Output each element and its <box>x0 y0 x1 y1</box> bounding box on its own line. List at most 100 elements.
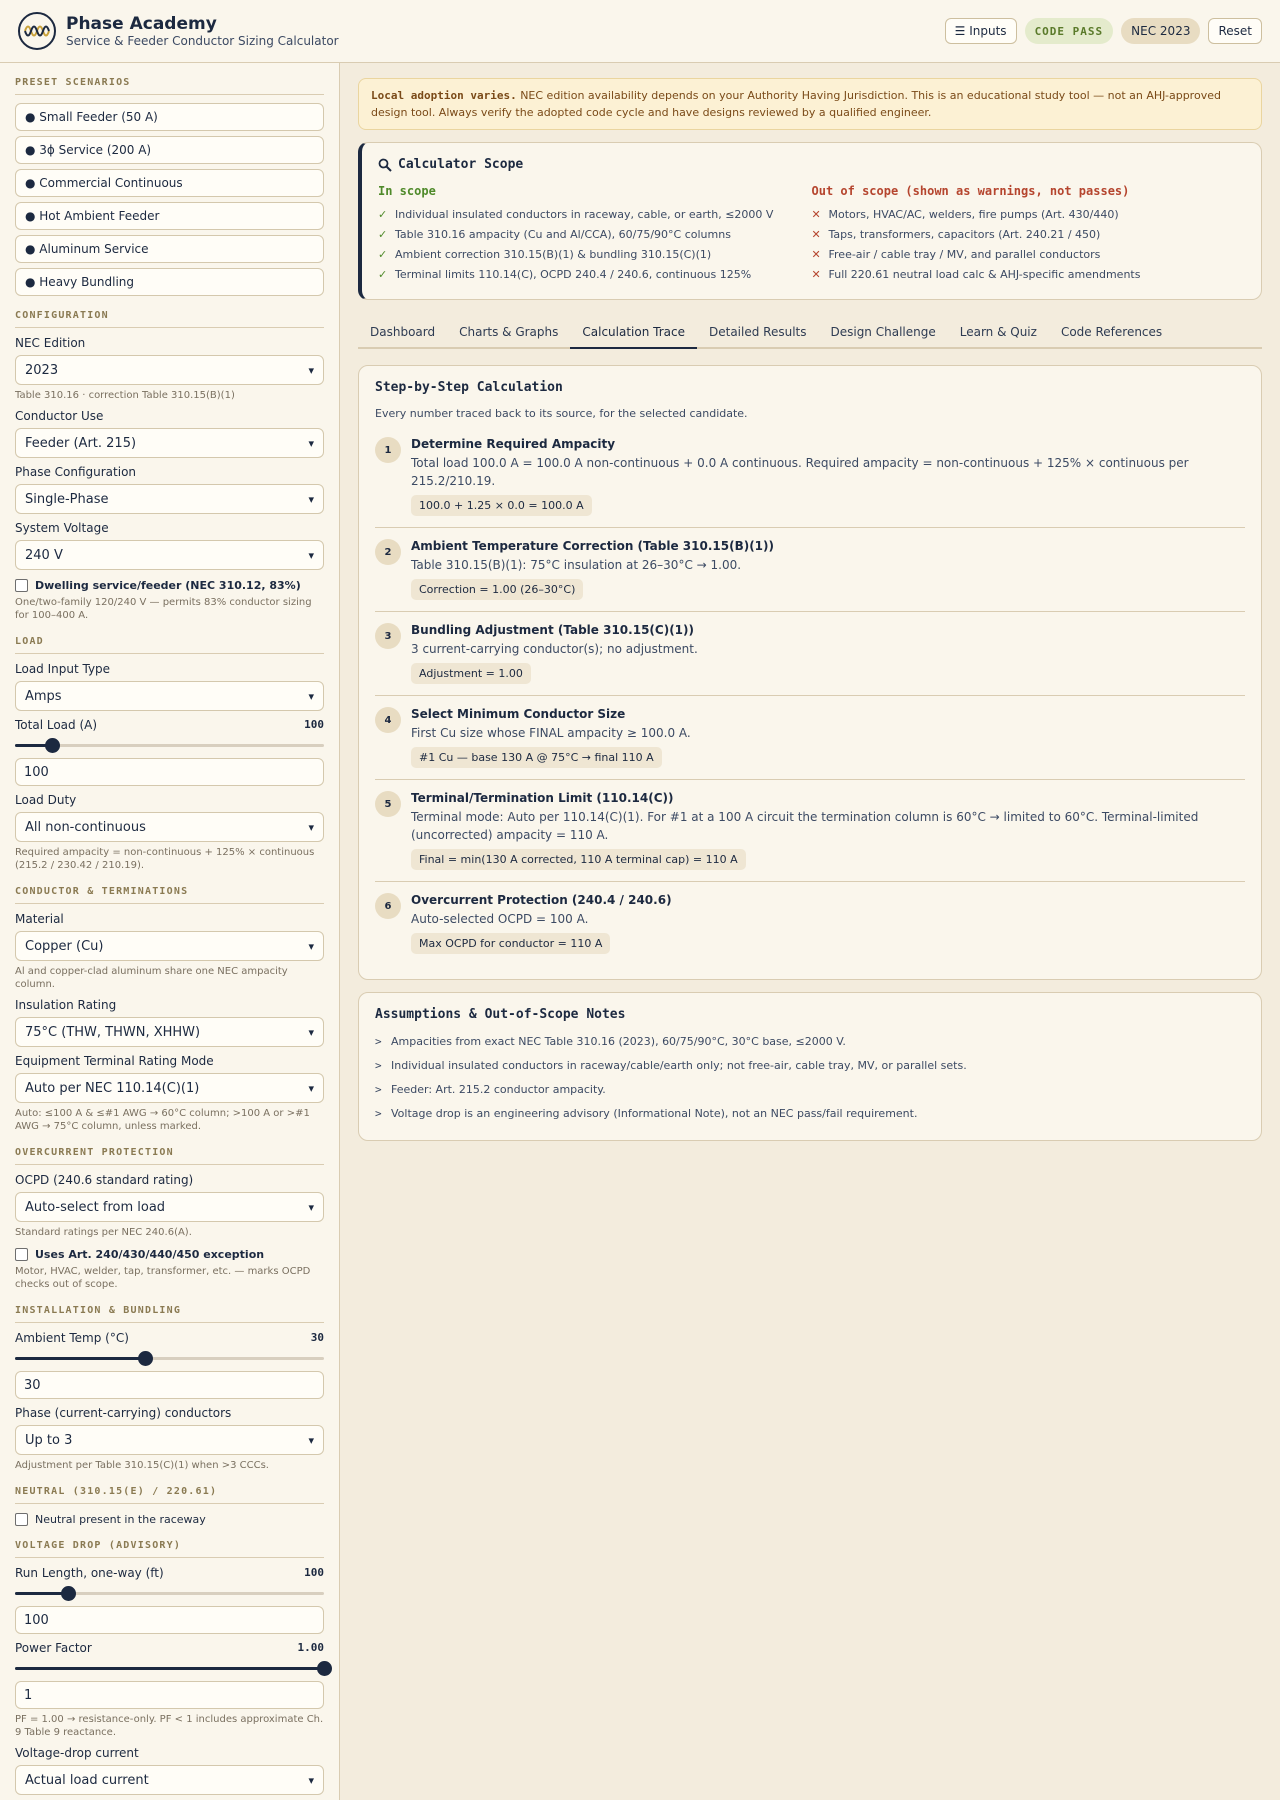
dwelling-checkbox[interactable]: Dwelling service/feeder (NEC 310.12, 83%… <box>15 579 324 592</box>
material-select[interactable]: Copper (Cu) ▾ <box>15 931 324 961</box>
results-tabs: Dashboard Charts & Graphs Calculation Trac… <box>358 316 1262 349</box>
ccc-help: Adjustment per Table 310.15(C)(1) when >… <box>15 1460 269 1471</box>
slider-thumb[interactable] <box>60 1586 76 1601</box>
inputs-button[interactable]: ☰ Inputs <box>944 18 1017 44</box>
assumptions-title: Assumptions & Out-of-Scope Notes <box>375 1007 626 1022</box>
section-preset-scenarios: PRESET SCENARIOS <box>15 77 324 95</box>
tab-charts-graphs[interactable]: Charts & Graphs <box>447 316 570 347</box>
nec-edition-badge: NEC 2023 <box>1121 18 1201 44</box>
reset-button[interactable]: Reset <box>1208 18 1262 44</box>
assumptions-card: Assumptions & Out-of-Scope Notes > Ampaci… <box>358 992 1262 1141</box>
assumption-text: Individual insulated conductors in racew… <box>391 1059 967 1072</box>
scope-card: Calculator Scope In scope ✓ Individual in… <box>358 142 1262 300</box>
neutral-checkbox[interactable]: Neutral present in the raceway <box>15 1513 324 1526</box>
step-number: 2 <box>375 539 401 565</box>
tab-detailed-results[interactable]: Detailed Results <box>697 316 819 347</box>
tab-learn-quiz[interactable]: Learn & Quiz <box>948 316 1049 347</box>
checkbox-box[interactable] <box>15 579 28 592</box>
out-scope-item: ✕ Full 220.61 neutral load calc & AHJ-spe… <box>812 265 1246 285</box>
ccc-select[interactable]: Up to 3 ▾ <box>15 1425 324 1455</box>
preset-list: ● Small Feeder (50 A) ● 3ϕ Service (200 A… <box>15 103 324 296</box>
slider-thumb[interactable] <box>317 1661 332 1676</box>
tab-code-references[interactable]: Code References <box>1049 316 1174 347</box>
assumption-item: > Feeder: Art. 215.2 conductor ampacity. <box>375 1078 1245 1102</box>
exception-help: Motor, HVAC, welder, tap, transformer, e… <box>15 1266 311 1290</box>
conductor-use-select[interactable]: Feeder (Art. 215) ▾ <box>15 428 324 458</box>
chevron-down-icon: ▾ <box>308 820 314 834</box>
out-scope-item: ✕ Free-air / cable tray / MV, and paralle… <box>812 245 1246 265</box>
step-title: Terminal/Termination Limit (110.14(C)) <box>411 791 674 805</box>
nec-edition-help: Table 310.16 · correction Table 310.15(B… <box>15 390 235 401</box>
tab-design-challenge[interactable]: Design Challenge <box>818 316 947 347</box>
phase-config-select[interactable]: Single-Phase ▾ <box>15 484 324 514</box>
trace-step: 2 Ambient Temperature Correction (Table 3… <box>375 528 1245 612</box>
ambient-input[interactable]: 30 <box>15 1371 324 1399</box>
in-scope-text: Terminal limits 110.14(C), OCPD 240.4 / … <box>395 268 752 281</box>
search-icon <box>378 158 392 172</box>
step-title: Select Minimum Conductor Size <box>411 707 626 721</box>
run-length-label: Run Length, one-way (ft) 100 <box>15 1566 324 1580</box>
step-number: 3 <box>375 623 401 649</box>
assumption-list: > Ampacities from exact NEC Table 310.16 … <box>375 1030 1245 1126</box>
insulation-label: Insulation Rating <box>15 998 117 1012</box>
load-type-select[interactable]: Amps ▾ <box>15 681 324 711</box>
check-icon: ✓ <box>378 228 388 241</box>
load-duty-help: Required ampacity = non-continuous + 125… <box>15 847 315 871</box>
out-scope-heading: Out of scope (shown as warnings, not pas… <box>811 184 1130 198</box>
logo-icon <box>18 12 56 50</box>
slider-thumb[interactable] <box>45 738 61 753</box>
total-load-slider[interactable] <box>15 737 324 753</box>
power-factor-slider[interactable] <box>15 1660 332 1676</box>
step-title: Determine Required Ampacity <box>411 437 616 451</box>
in-scope-text: Table 310.16 ampacity (Cu and Al/CCA), 6… <box>395 228 731 241</box>
power-factor-input[interactable]: 1 <box>15 1681 324 1709</box>
nec-edition-select[interactable]: 2023 ▾ <box>15 355 324 385</box>
preset-button[interactable]: ● Small Feeder (50 A) <box>15 103 324 131</box>
preset-button[interactable]: ● Heavy Bundling <box>15 268 324 296</box>
tab-calculation-trace[interactable]: Calculation Trace <box>570 316 697 349</box>
check-icon: ✓ <box>378 248 388 261</box>
preset-button[interactable]: ● Hot Ambient Feeder <box>15 202 324 230</box>
phase-config-label: Phase Configuration <box>15 465 137 479</box>
step-description: 3 current-carrying conductor(s); no adju… <box>411 642 698 656</box>
step-title: Ambient Temperature Correction (Table 31… <box>411 539 774 553</box>
vd-current-select[interactable]: Actual load current ▾ <box>15 1765 324 1795</box>
out-scope-item: ✕ Taps, transformers, capacitors (Art. 24… <box>812 225 1246 245</box>
step-description: Auto-selected OCPD = 100 A. <box>411 912 589 926</box>
step-description: Table 310.15(B)(1): 75°C insulation at 2… <box>411 558 742 572</box>
section-voltage-drop: VOLTAGE DROP (ADVISORY) <box>15 1540 324 1558</box>
exception-checkbox[interactable]: Uses Art. 240/430/440/450 exception <box>15 1248 324 1261</box>
ocpd-help: Standard ratings per NEC 240.6(A). <box>15 1227 192 1238</box>
inputs-sidebar: PRESET SCENARIOS ● Small Feeder (50 A) ● … <box>0 63 340 1800</box>
trace-subtitle: Every number traced back to its source, … <box>375 407 748 420</box>
app-title: Phase Academy <box>66 13 217 34</box>
insulation-select[interactable]: 75°C (THW, THWN, XHHW) ▾ <box>15 1017 324 1047</box>
preset-button[interactable]: ● Commercial Continuous <box>15 169 324 197</box>
section-conductor: CONDUCTOR & TERMINATIONS <box>15 886 324 904</box>
total-load-input[interactable]: 100 <box>15 758 324 786</box>
checkbox-box[interactable] <box>15 1513 28 1526</box>
load-duty-select[interactable]: All non-continuous ▾ <box>15 812 324 842</box>
slider-thumb[interactable] <box>137 1351 153 1366</box>
checkbox-box[interactable] <box>15 1248 28 1261</box>
check-icon: ✓ <box>378 268 388 281</box>
tab-dashboard[interactable]: Dashboard <box>358 316 447 347</box>
run-length-slider[interactable] <box>15 1585 324 1601</box>
chevron-down-icon: ▾ <box>308 548 314 562</box>
preset-button[interactable]: ● 3ϕ Service (200 A) <box>15 136 324 164</box>
step-body: Terminal/Termination Limit (110.14(C)) Te… <box>411 791 1245 870</box>
step-number: 5 <box>375 791 401 817</box>
run-length-input[interactable]: 100 <box>15 1606 324 1634</box>
preset-button[interactable]: ● Aluminum Service <box>15 235 324 263</box>
chevron-down-icon: ▾ <box>308 939 314 953</box>
ambient-slider[interactable] <box>15 1350 324 1366</box>
in-scope-item: ✓ Ambient correction 310.15(B)(1) & bundl… <box>378 245 812 265</box>
chevron-right-icon: > <box>375 1035 382 1048</box>
step-body: Select Minimum Conductor Size First Cu si… <box>411 707 691 768</box>
terminal-mode-select[interactable]: Auto per NEC 110.14(C)(1) ▾ <box>15 1073 324 1103</box>
system-voltage-select[interactable]: 240 V ▾ <box>15 540 324 570</box>
ocpd-select[interactable]: Auto-select from load ▾ <box>15 1192 324 1222</box>
section-load: LOAD <box>15 636 324 654</box>
out-scope-text: Full 220.61 neutral load calc & AHJ-spec… <box>828 268 1141 281</box>
terminal-mode-help: Auto: ≤100 A & ≤#1 AWG → 60°C column; >1… <box>15 1108 310 1132</box>
